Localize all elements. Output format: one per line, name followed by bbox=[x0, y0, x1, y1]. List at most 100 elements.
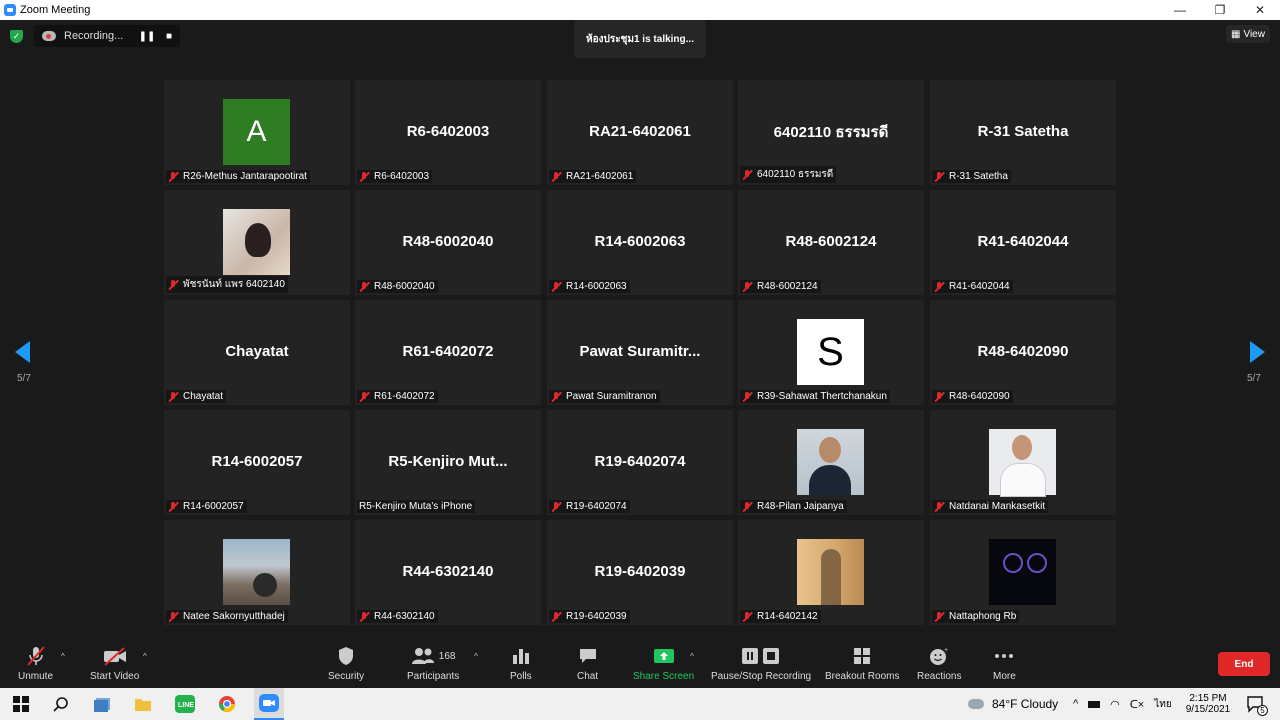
input-language-indicator[interactable]: ไทย bbox=[1154, 697, 1171, 712]
chat-button[interactable]: Chat bbox=[577, 644, 598, 682]
stop-recording-button[interactable]: ■ bbox=[158, 25, 180, 47]
breakout-rooms-label: Breakout Rooms bbox=[825, 671, 900, 682]
participant-tile[interactable]: Natee Sakornyutthadej bbox=[164, 520, 350, 625]
audio-options-chevron-icon[interactable]: ^ bbox=[61, 652, 65, 661]
participant-tile[interactable]: A R26-Methus Jantarapootirat bbox=[164, 80, 350, 185]
speaker-muted-icon[interactable]: ᑕ× bbox=[1130, 698, 1144, 711]
end-meeting-button[interactable]: End bbox=[1218, 652, 1270, 676]
start-video-button[interactable]: Start Video bbox=[90, 644, 139, 682]
breakout-rooms-icon bbox=[853, 644, 871, 668]
pause-stop-recording-button[interactable]: Pause/Stop Recording bbox=[711, 644, 811, 682]
file-explorer-icon[interactable] bbox=[132, 694, 154, 714]
battery-icon[interactable] bbox=[1088, 700, 1101, 708]
security-button[interactable]: Security bbox=[328, 644, 364, 682]
search-icon[interactable] bbox=[50, 694, 72, 714]
encryption-shield-icon[interactable]: ✓ bbox=[10, 30, 23, 43]
clock-date: 9/15/2021 bbox=[1185, 704, 1231, 715]
participant-video-photo bbox=[797, 429, 864, 495]
participant-tile[interactable]: Chayatat Chayatat bbox=[164, 300, 350, 405]
maximize-button[interactable]: ❐ bbox=[1200, 0, 1240, 20]
more-button[interactable]: More bbox=[993, 644, 1016, 682]
minimize-button[interactable]: — bbox=[1160, 0, 1200, 20]
participant-tile[interactable]: Natdanai Mankasetkit bbox=[930, 410, 1116, 515]
notifications-icon[interactable]: 5 bbox=[1244, 694, 1268, 716]
participant-tile[interactable]: R14-6002063 R14-6002063 bbox=[547, 190, 733, 295]
muted-mic-icon bbox=[934, 391, 944, 402]
view-button[interactable]: ▦ View bbox=[1226, 25, 1270, 43]
participant-tile[interactable]: R44-6302140 R44-6302140 bbox=[355, 520, 541, 625]
participant-name-label: R39-Sahawat Thertchanakun bbox=[740, 390, 890, 403]
participant-tile[interactable]: R61-6402072 R61-6402072 bbox=[355, 300, 541, 405]
participant-tile[interactable]: R5-Kenjiro Mut... R5-Kenjiro Muta’s iPho… bbox=[355, 410, 541, 515]
participant-tile[interactable]: Pawat Suramitr... Pawat Suramitranon bbox=[547, 300, 733, 405]
participants-options-chevron-icon[interactable]: ^ bbox=[474, 652, 478, 661]
participant-name: R41-6402044 bbox=[949, 281, 1010, 292]
reactions-button[interactable]: + Reactions bbox=[917, 644, 961, 682]
more-dots-icon bbox=[994, 644, 1014, 668]
participant-name: R14-6402142 bbox=[757, 611, 818, 622]
zoom-app-icon bbox=[4, 4, 16, 16]
muted-mic-icon bbox=[742, 611, 752, 622]
muted-mic-icon bbox=[742, 169, 752, 180]
line-app-icon[interactable]: LINE bbox=[174, 694, 196, 714]
participants-button[interactable]: 168 Participants bbox=[407, 644, 459, 682]
participant-tile[interactable]: RA21-6402061 RA21-6402061 bbox=[547, 80, 733, 185]
participant-tile[interactable]: R-31 Satetha R-31 Satetha bbox=[930, 80, 1116, 185]
participant-name-label: R48-6002040 bbox=[357, 280, 438, 293]
participant-name-label: R-31 Satetha bbox=[932, 170, 1011, 183]
page-indicator-left: 5/7 bbox=[17, 373, 31, 384]
window-titlebar: Zoom Meeting — ❐ ✕ bbox=[0, 0, 1280, 20]
security-label: Security bbox=[328, 671, 365, 682]
meeting-topbar: ✓ Recording... ❚❚ ■ ห้องประชุม1 is talki… bbox=[0, 20, 1280, 60]
zoom-taskbar-icon[interactable] bbox=[254, 688, 284, 720]
notification-count-badge: 5 bbox=[1257, 705, 1268, 716]
unmute-button[interactable]: Unmute bbox=[18, 644, 53, 682]
polls-label: Polls bbox=[510, 671, 532, 682]
clock[interactable]: 2:15 PM 9/15/2021 bbox=[1180, 688, 1236, 720]
participant-tile[interactable]: Nattaphong Rb bbox=[930, 520, 1116, 625]
cloudy-weather-icon bbox=[968, 699, 984, 709]
muted-mic-icon bbox=[551, 501, 561, 512]
muted-mic-icon bbox=[551, 611, 561, 622]
participant-tile[interactable]: R48-Pilan Jaipanya bbox=[738, 410, 924, 515]
participant-tile[interactable]: R41-6402044 R41-6402044 bbox=[930, 190, 1116, 295]
participant-tile[interactable]: R19-6402039 R19-6402039 bbox=[547, 520, 733, 625]
window-title: Zoom Meeting bbox=[20, 4, 91, 16]
next-page-arrow-icon[interactable] bbox=[1250, 341, 1265, 363]
polls-button[interactable]: Polls bbox=[510, 644, 532, 682]
weather-widget[interactable]: 84°F Cloudy bbox=[968, 688, 1058, 720]
participant-tile[interactable]: R19-6402074 R19-6402074 bbox=[547, 410, 733, 515]
pause-recording-button[interactable]: ❚❚ bbox=[136, 25, 158, 47]
participant-tile[interactable]: R6-6402003 R6-6402003 bbox=[355, 80, 541, 185]
participant-name: R14-6002057 bbox=[183, 501, 244, 512]
photos-app-icon[interactable] bbox=[92, 694, 114, 714]
muted-mic-icon bbox=[168, 501, 178, 512]
breakout-rooms-button[interactable]: Breakout Rooms bbox=[825, 644, 899, 682]
participant-tile[interactable]: 6402110 ธรรมรดี 6402110 ธรรมรดี bbox=[738, 80, 924, 185]
participant-name-label: Nattaphong Rb bbox=[932, 610, 1020, 623]
participant-tile[interactable]: R48-6002124 R48-6002124 bbox=[738, 190, 924, 295]
video-options-chevron-icon[interactable]: ^ bbox=[143, 652, 147, 661]
participant-tile[interactable]: พัชรนันท์ แพร 6402140 bbox=[164, 190, 350, 295]
participant-tile[interactable]: R48-6002040 R48-6002040 bbox=[355, 190, 541, 295]
participant-name: R48-6402090 bbox=[949, 391, 1010, 402]
participant-tile[interactable]: R48-6402090 R48-6402090 bbox=[930, 300, 1116, 405]
close-button[interactable]: ✕ bbox=[1240, 0, 1280, 20]
active-speaker-indicator: ห้องประชุม1 is talking... bbox=[574, 20, 706, 58]
participant-tile[interactable]: R14-6002057 R14-6002057 bbox=[164, 410, 350, 515]
participant-tile[interactable]: S R39-Sahawat Thertchanakun bbox=[738, 300, 924, 405]
participant-tile[interactable]: R14-6402142 bbox=[738, 520, 924, 625]
reactions-smile-icon: + bbox=[929, 644, 949, 668]
share-options-chevron-icon[interactable]: ^ bbox=[690, 652, 694, 661]
show-hidden-icons-chevron-icon[interactable]: ^ bbox=[1073, 698, 1078, 710]
windows-start-icon[interactable] bbox=[10, 694, 32, 714]
share-screen-button[interactable]: Share Screen bbox=[633, 644, 694, 682]
reactions-label: Reactions bbox=[917, 671, 962, 682]
muted-mic-icon bbox=[742, 281, 752, 292]
previous-page-arrow-icon[interactable] bbox=[15, 341, 30, 363]
wifi-icon[interactable]: ◠ bbox=[1110, 698, 1120, 711]
muted-mic-icon bbox=[359, 611, 369, 622]
chrome-browser-icon[interactable] bbox=[216, 694, 238, 714]
participant-name-label: Pawat Suramitranon bbox=[549, 390, 660, 403]
participant-name-label: R19-6402039 bbox=[549, 610, 630, 623]
